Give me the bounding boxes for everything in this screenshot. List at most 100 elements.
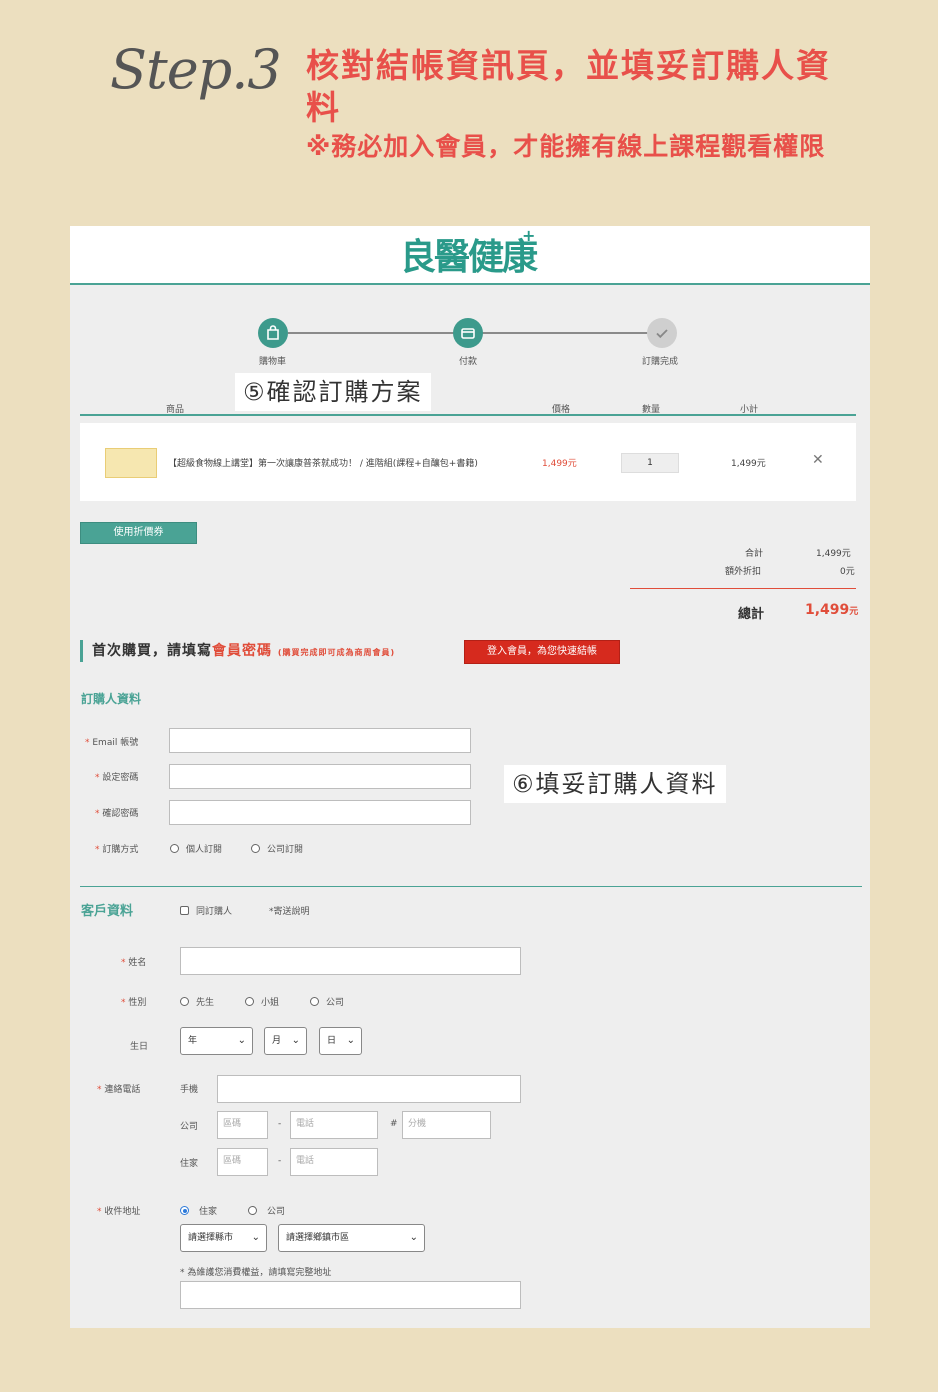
coupon-button[interactable]: 使用折價券 — [80, 522, 197, 544]
product-name[interactable]: 【超級食物線上講堂】第一次讓康普茶就成功！ / 進階組(課程+自釀包+書籍) — [168, 456, 478, 469]
company-radio[interactable] — [251, 844, 260, 853]
login-button[interactable]: 登入會員，為您快速結帳 — [464, 640, 620, 664]
chevron-down-icon: ⌄ — [409, 1232, 418, 1243]
summary-divider — [630, 588, 856, 589]
address-note: * 為維護您消費權益，請填寫完整地址 — [180, 1268, 332, 1278]
page-note: ※務必加入會員，才能擁有線上課程觀看權限 — [306, 132, 826, 161]
email-field[interactable] — [169, 728, 471, 753]
chevron-down-icon: ⌄ — [346, 1035, 355, 1046]
company-option: 公司訂閱 — [267, 845, 304, 855]
checkout-screenshot: 良醫健康 + 購物車 付款 訂購完成 ⑤確認訂購方案 商品 價格 數量 小計 【… — [70, 226, 870, 1328]
member-prompt: 首次購買，請填寫會員密碼 (購買完成即可成為商周會員) — [92, 640, 395, 660]
check-icon — [656, 329, 668, 339]
total-amount: 1,499 — [805, 602, 850, 618]
sum-value: 1,499元 — [816, 549, 851, 559]
addr-company-radio[interactable] — [248, 1206, 257, 1215]
member-prompt-highlight: 會員密碼 — [212, 643, 272, 659]
password-label: * 設定密碼 — [95, 773, 139, 783]
bag-icon — [267, 325, 279, 340]
ms-option: 小姐 — [261, 998, 280, 1008]
home-tel-field[interactable]: 電話 — [290, 1148, 378, 1176]
mr-radio[interactable] — [180, 997, 189, 1006]
product-subtotal: 1,499元 — [731, 459, 766, 469]
chevron-down-icon: ⌄ — [291, 1035, 300, 1046]
address-label: * 收件地址 — [97, 1207, 141, 1217]
home-area-field[interactable]: 區碼 — [217, 1148, 268, 1176]
home-label: 住家 — [180, 1159, 199, 1169]
personal-radio[interactable] — [170, 844, 179, 853]
discount-label: 額外折扣 — [725, 567, 762, 577]
city-select[interactable]: 請選擇縣市 ⌄ — [180, 1224, 267, 1252]
confirm-password-label: * 確認密碼 — [95, 809, 139, 819]
discount-value: 0元 — [840, 567, 855, 577]
product-image — [105, 448, 157, 478]
section-divider — [80, 886, 862, 887]
page-title: 核對結帳資訊頁，並填妥訂購人資料 — [306, 46, 831, 127]
dash: - — [278, 1156, 282, 1166]
total-value: 1,499元 — [805, 602, 858, 618]
ms-radio[interactable] — [245, 997, 254, 1006]
gender-company-option: 公司 — [326, 998, 345, 1008]
step-label-payment: 付款 — [459, 357, 478, 367]
step-label-complete: 訂購完成 — [642, 357, 679, 367]
table-header-line — [80, 414, 856, 416]
day-select[interactable]: 日 ⌄ — [319, 1027, 362, 1055]
total-label: 總計 — [738, 607, 765, 622]
close-icon[interactable]: ✕ — [812, 452, 824, 468]
name-label: * 姓名 — [121, 958, 147, 968]
gender-label: * 性別 — [121, 998, 147, 1008]
member-prompt-note: (購買完成即可成為商周會員) — [277, 648, 396, 657]
customer-section-title: 客戶資料 — [81, 904, 134, 919]
personal-option: 個人訂閱 — [186, 845, 223, 855]
quantity-field[interactable]: 1 — [621, 453, 679, 473]
step-payment — [453, 318, 483, 348]
office-area-field[interactable]: 區碼 — [217, 1111, 268, 1139]
district-select[interactable]: 請選擇鄉鎮市區 ⌄ — [278, 1224, 425, 1252]
addr-home-radio[interactable] — [180, 1206, 189, 1215]
confirm-password-field[interactable] — [169, 800, 471, 825]
sum-label: 合計 — [745, 549, 764, 559]
address-field[interactable] — [180, 1281, 521, 1309]
same-as-buyer-checkbox[interactable] — [180, 906, 189, 915]
year-select[interactable]: 年 ⌄ — [180, 1027, 253, 1055]
progress-line — [288, 332, 458, 334]
total-unit: 元 — [849, 607, 859, 617]
step-complete — [647, 318, 677, 348]
step-label-cart: 購物車 — [259, 357, 287, 367]
section-accent — [80, 640, 83, 662]
hash: # — [390, 1119, 398, 1129]
chevron-down-icon: ⌄ — [251, 1232, 260, 1243]
progress-line — [482, 332, 648, 334]
mr-option: 先生 — [196, 998, 215, 1008]
birthday-label: 生日 — [130, 1042, 149, 1052]
name-field[interactable] — [180, 947, 521, 975]
member-prompt-prefix: 首次購買，請填寫 — [92, 643, 212, 659]
order-method-label: * 訂購方式 — [95, 845, 139, 855]
step-cart — [258, 318, 288, 348]
mobile-label: 手機 — [180, 1085, 199, 1095]
card-icon — [461, 328, 475, 339]
callout-fill-buyer: ⑥填妥訂購人資料 — [504, 765, 726, 803]
logo: 良醫健康 — [400, 237, 538, 278]
password-field[interactable] — [169, 764, 471, 789]
dash: - — [278, 1119, 282, 1129]
addr-company-option: 公司 — [267, 1207, 286, 1217]
office-ext-field[interactable]: 分機 — [402, 1111, 491, 1139]
mobile-field[interactable] — [217, 1075, 521, 1103]
month-select[interactable]: 月 ⌄ — [264, 1027, 307, 1055]
chevron-down-icon: ⌄ — [237, 1035, 246, 1046]
step-label: Step.3 — [110, 38, 282, 101]
table-row: 【超級食物線上講堂】第一次讓康普茶就成功！ / 進階組(課程+自釀包+書籍) 1… — [80, 423, 856, 501]
addr-home-option: 住家 — [199, 1207, 218, 1217]
buyer-section-title: 訂購人資料 — [81, 692, 142, 706]
shipping-note-link[interactable]: *寄送說明 — [269, 904, 310, 917]
office-tel-field[interactable]: 電話 — [290, 1111, 378, 1139]
same-as-buyer-label: 同訂購人 — [196, 907, 233, 917]
callout-confirm-plan: ⑤確認訂購方案 — [235, 373, 431, 411]
office-label: 公司 — [180, 1122, 199, 1132]
logo-bar: 良醫健康 + — [70, 226, 870, 285]
logo-plus: + — [522, 226, 536, 245]
email-label: * Email 帳號 — [85, 738, 139, 748]
gender-company-radio[interactable] — [310, 997, 319, 1006]
product-price: 1,499元 — [542, 459, 577, 469]
